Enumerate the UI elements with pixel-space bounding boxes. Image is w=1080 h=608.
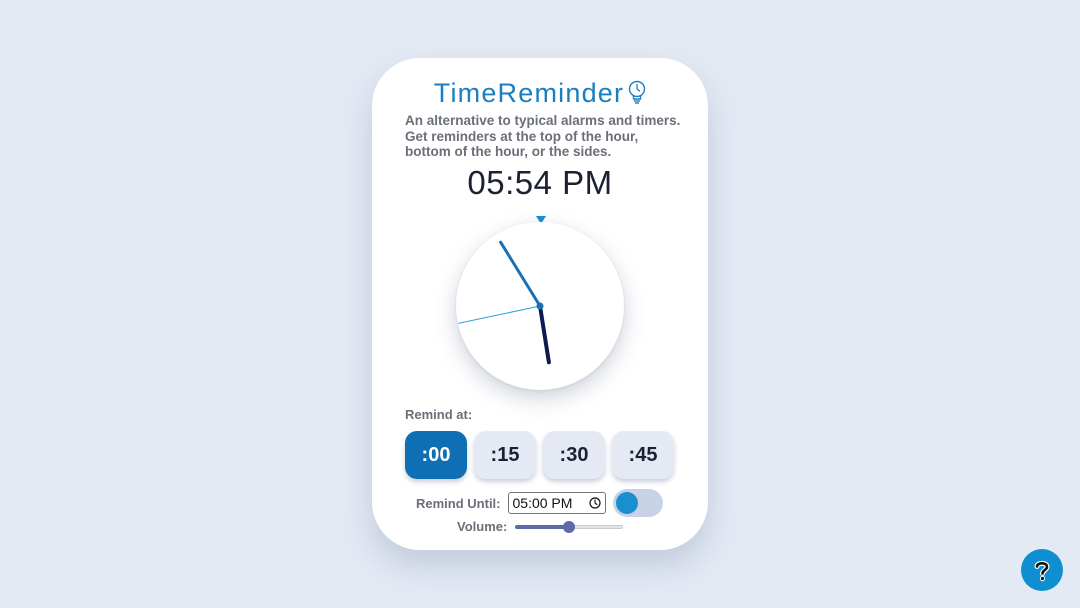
- remind-30-button[interactable]: :30: [543, 431, 605, 479]
- question-mark-icon: [1034, 560, 1050, 582]
- remind-until-row: Remind Until: 05:00 PM: [416, 489, 663, 517]
- remind-45-button[interactable]: :45: [612, 431, 674, 479]
- toggle-knob: [615, 492, 638, 514]
- digital-time: 05:54 PM: [467, 164, 613, 201]
- reminder-card: TimeReminder An alternative to typical a…: [372, 58, 708, 550]
- app-title: TimeReminder: [433, 77, 625, 108]
- app-description: An alternative to typical alarms and tim…: [405, 113, 681, 159]
- remind-until-value: 05:00 PM: [512, 495, 573, 511]
- volume-fill: [515, 524, 570, 529]
- volume-slider[interactable]: [515, 520, 624, 533]
- remind-at-label: Remind at:: [405, 407, 473, 422]
- remind-until-toggle[interactable]: [612, 489, 663, 517]
- volume-label: Volume:: [457, 519, 508, 534]
- remind-until-time-input[interactable]: 05:00 PM: [507, 492, 606, 514]
- remind-until-label: Remind Until:: [416, 495, 501, 511]
- help-button[interactable]: [1021, 549, 1063, 591]
- clock-icon[interactable]: [588, 497, 601, 509]
- lightbulb-clock-icon: [628, 80, 646, 106]
- minute-hand: [499, 240, 542, 308]
- clock-center-pin: [536, 302, 544, 310]
- remind-00-button[interactable]: :00: [405, 431, 467, 479]
- remind-options: :00 :15 :30 :45: [405, 431, 674, 479]
- hour-hand: [538, 304, 551, 365]
- volume-thumb[interactable]: [563, 520, 576, 533]
- app-title-row: TimeReminder: [372, 76, 708, 110]
- remind-15-button[interactable]: :15: [474, 431, 536, 479]
- volume-row: Volume:: [457, 519, 624, 534]
- analog-clock: [456, 222, 624, 390]
- second-hand: [458, 305, 541, 324]
